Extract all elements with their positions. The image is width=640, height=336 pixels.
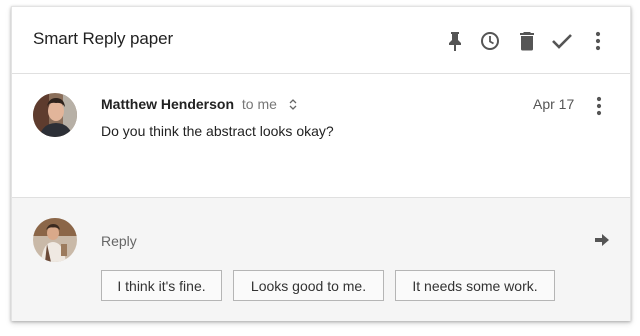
trash-icon[interactable] [515, 29, 539, 53]
reply-area: Reply I think it's fine. Looks good to m… [12, 197, 630, 321]
reply-input[interactable]: Reply [101, 233, 137, 249]
expand-details-icon[interactable] [289, 97, 297, 113]
send-arrow-icon[interactable] [591, 229, 613, 251]
recipient-label: to me [241, 96, 277, 112]
message-date: Apr 17 [533, 96, 575, 112]
thread-subject: Smart Reply paper [33, 29, 174, 48]
user-avatar [33, 218, 77, 262]
more-vert-icon[interactable] [586, 29, 610, 53]
thread-header: Smart Reply paper [12, 7, 630, 74]
message-body: Do you think the abstract looks okay? [101, 123, 334, 139]
clock-icon[interactable] [478, 29, 502, 53]
sender-line: Matthew Henderson to me [101, 96, 297, 113]
email-thread-card: Smart Reply paper Matthew Henderson to m… [11, 6, 631, 321]
check-icon[interactable] [550, 29, 574, 53]
smart-reply-chip[interactable]: Looks good to me. [233, 270, 384, 301]
message-more-icon[interactable] [587, 94, 611, 118]
sender-name: Matthew Henderson [101, 96, 235, 112]
smart-reply-chip[interactable]: I think it's fine. [101, 270, 222, 301]
smart-reply-chip[interactable]: It needs some work. [395, 270, 555, 301]
sender-avatar [33, 93, 77, 137]
pin-icon[interactable] [443, 29, 467, 53]
message: Matthew Henderson to me Apr 17 Do you th… [12, 74, 630, 197]
